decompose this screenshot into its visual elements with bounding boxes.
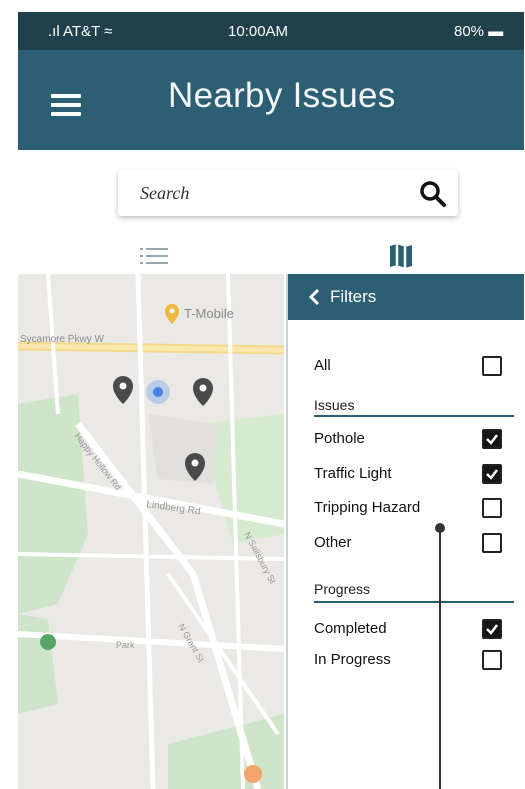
- filter-checkbox[interactable]: [482, 498, 502, 518]
- filters-title: Filters: [330, 287, 377, 306]
- filter-tripping-hazard[interactable]: Tripping Hazard: [314, 498, 510, 520]
- filter-completed[interactable]: Completed: [314, 619, 510, 641]
- chevron-left-icon: [308, 289, 320, 305]
- annotation-line: [439, 532, 441, 789]
- filter-label: Traffic Light: [314, 465, 392, 482]
- filter-checkbox-checked[interactable]: [482, 464, 502, 484]
- status-bar: .ıl AT&T ≈ 10:00AM 80% ▬: [18, 12, 524, 50]
- issues-heading: Issues: [314, 397, 355, 413]
- filters-panel: Filters All Issues Pothole Traffic Light…: [286, 274, 524, 789]
- progress-divider: [314, 601, 514, 603]
- filter-traffic-light[interactable]: Traffic Light: [314, 464, 510, 486]
- filter-pothole[interactable]: Pothole: [314, 429, 510, 451]
- list-view-icon[interactable]: [138, 244, 170, 268]
- battery-status: 80% ▬: [454, 23, 504, 40]
- search-bar: [118, 170, 458, 216]
- filter-label: Pothole: [314, 430, 365, 447]
- filters-back-button[interactable]: Filters: [288, 274, 524, 320]
- phone-screen: .ıl AT&T ≈ 10:00AM 80% ▬ Nearby Issues S…: [18, 12, 524, 789]
- filter-checkbox[interactable]: [482, 533, 502, 553]
- filter-label: Other: [314, 534, 352, 551]
- filter-label: Completed: [314, 620, 387, 637]
- map-label-park: Park: [116, 640, 135, 650]
- filter-label: Tripping Hazard: [314, 499, 421, 516]
- page-title: Nearby Issues: [168, 76, 396, 115]
- map-label-street-top: Sycamore Pkwy W: [20, 334, 104, 345]
- issues-divider: [314, 415, 514, 417]
- search-icon[interactable]: [418, 179, 448, 209]
- status-time: 10:00AM: [228, 23, 289, 40]
- filter-checkbox-checked[interactable]: [482, 429, 502, 449]
- carrier-signal: .ıl AT&T ≈: [48, 23, 113, 40]
- map-canvas[interactable]: T-Mobile Sycamore Pkwy W Lindberg Rd Hap…: [18, 274, 284, 789]
- filter-all-checkbox[interactable]: [482, 356, 502, 376]
- app-header: Nearby Issues: [18, 50, 524, 150]
- filter-in-progress[interactable]: In Progress: [314, 650, 510, 672]
- map-view[interactable]: T-Mobile Sycamore Pkwy W Lindberg Rd Hap…: [18, 274, 284, 789]
- filter-checkbox-checked[interactable]: [482, 619, 502, 639]
- hamburger-icon[interactable]: [51, 94, 81, 116]
- map-label-poi: T-Mobile: [184, 306, 234, 321]
- filter-all[interactable]: All: [314, 356, 510, 378]
- search-input[interactable]: [118, 170, 408, 216]
- filter-label: In Progress: [314, 651, 391, 668]
- filter-all-label: All: [314, 357, 331, 374]
- map-view-icon[interactable]: [388, 242, 414, 270]
- progress-heading: Progress: [314, 581, 371, 597]
- filter-other[interactable]: Other: [314, 533, 510, 555]
- filter-checkbox[interactable]: [482, 650, 502, 670]
